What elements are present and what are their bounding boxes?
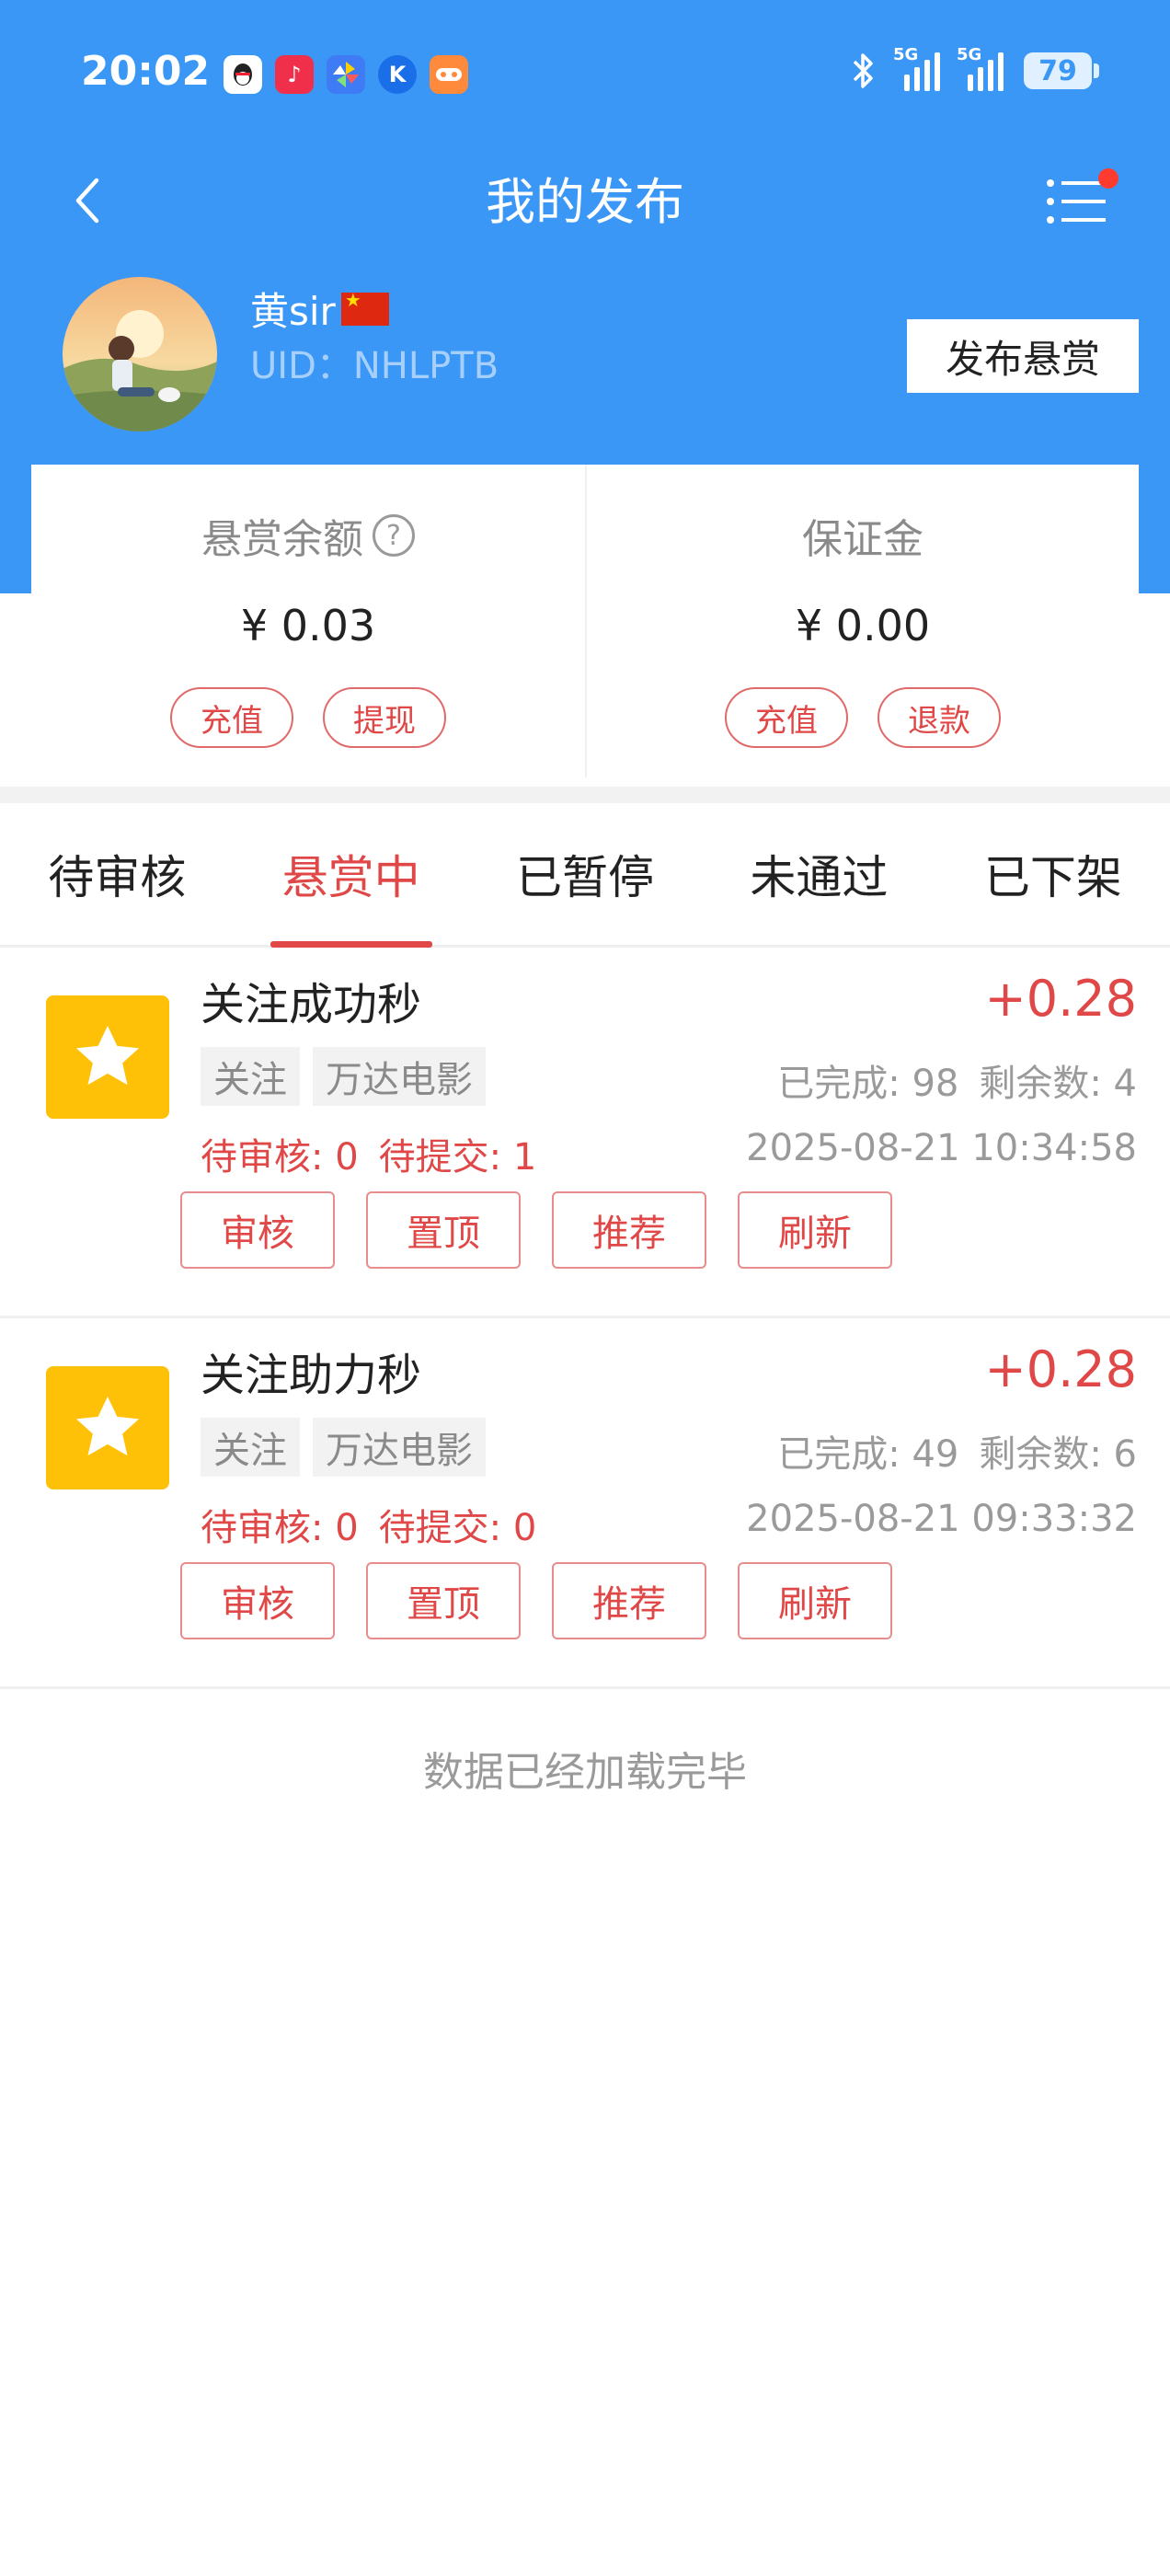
user-uid: UID：NHLPTB	[250, 345, 499, 387]
item-pending: 待审核: 0 待提交: 0	[201, 1498, 536, 1551]
item-pending: 待审核: 0 待提交: 1	[201, 1127, 536, 1180]
list-item[interactable]: 关注成功秒 +0.28 关注 万达电影 已完成: 98 剩余数: 4 待审核: …	[0, 948, 1170, 1318]
recommend-button[interactable]: 推荐	[552, 1191, 706, 1269]
item-pending-submit: 待提交: 1	[378, 1136, 537, 1179]
review-button[interactable]: 审核	[180, 1191, 335, 1269]
menu-button[interactable]	[1041, 163, 1124, 236]
item-tag: 万达电影	[313, 1047, 486, 1106]
reward-balance-label-row: 悬赏余额 ?	[31, 506, 585, 565]
item-completed: 已完成: 49	[777, 1433, 959, 1476]
publish-reward-button[interactable]: 发布悬赏	[907, 319, 1139, 393]
item-tag: 关注	[201, 1047, 300, 1106]
item-pending-review: 待审核: 0	[201, 1136, 359, 1179]
battery-level: 79	[1038, 54, 1077, 87]
tab-paused[interactable]: 已暂停	[468, 803, 702, 945]
help-icon[interactable]: ?	[373, 514, 415, 557]
deposit-label-row: 保证金	[587, 506, 1139, 565]
network-label-2: 5G	[957, 45, 982, 64]
status-app-icons: ♪ K	[224, 55, 468, 94]
user-name: 黄sir	[250, 281, 389, 337]
item-pending-review: 待审核: 0	[201, 1507, 359, 1549]
deposit-section: 保证金 ¥ 0.00 充值 退款	[585, 465, 1139, 777]
item-price: +0.28	[984, 970, 1137, 1028]
reward-balance-label: 悬赏余额	[201, 516, 363, 563]
refresh-button[interactable]: 刷新	[738, 1562, 892, 1639]
item-title: 关注成功秒	[201, 979, 422, 1030]
deposit-amount: ¥ 0.00	[795, 601, 931, 650]
signal-5g-icon-2: 5G	[957, 45, 1004, 91]
load-complete-message: 数据已经加载完毕	[423, 1749, 747, 1796]
item-actions: 审核 置顶 推荐 刷新	[180, 1562, 892, 1639]
game-icon	[430, 55, 468, 94]
notification-dot	[1098, 168, 1118, 189]
tab-rewarding[interactable]: 悬赏中	[234, 803, 467, 945]
reward-balance-section: 悬赏余额 ? ¥ 0.03 充值 提现	[31, 465, 585, 777]
network-label: 5G	[893, 45, 919, 64]
status-right: 5G 5G 79	[851, 45, 1099, 91]
reward-balance-actions: 充值 提现	[31, 687, 585, 748]
task-list: 关注成功秒 +0.28 关注 万达电影 已完成: 98 剩余数: 4 待审核: …	[0, 948, 1170, 1689]
status-tabs: 待审核 悬赏中 已暂停 未通过 已下架	[0, 803, 1170, 948]
reward-withdraw-button[interactable]: 提现	[323, 687, 446, 748]
item-title: 关注助力秒	[201, 1350, 422, 1401]
profile-section: 黄sir UID：NHLPTB 发布悬赏	[0, 271, 1170, 437]
tab-removed[interactable]: 已下架	[936, 803, 1170, 945]
item-actions: 审核 置顶 推荐 刷新	[180, 1191, 892, 1269]
qq-icon	[224, 55, 262, 94]
item-remaining: 剩余数: 4	[979, 1063, 1137, 1105]
item-date: 2025-08-21 09:33:32	[746, 1498, 1137, 1540]
status-time: 20:02	[81, 48, 211, 95]
item-tags: 关注 万达电影	[201, 1047, 486, 1106]
deposit-refund-button[interactable]: 退款	[878, 687, 1001, 748]
item-stats: 已完成: 98 剩余数: 4	[777, 1053, 1137, 1107]
signal-5g-icon: 5G	[893, 45, 940, 91]
review-button[interactable]: 审核	[180, 1562, 335, 1639]
china-flag-icon	[340, 289, 389, 326]
bluetooth-icon	[853, 53, 873, 88]
battery-icon: 79	[1024, 52, 1099, 89]
star-icon	[46, 995, 169, 1119]
star-icon	[46, 1366, 169, 1489]
music-icon: ♪	[275, 55, 314, 94]
deposit-label: 保证金	[802, 516, 923, 563]
nav-bar: 我的发布	[0, 152, 1170, 253]
avatar[interactable]	[63, 277, 217, 431]
item-remaining: 剩余数: 6	[979, 1433, 1137, 1476]
user-name-text: 黄sir	[250, 289, 336, 334]
recommend-button[interactable]: 推荐	[552, 1562, 706, 1639]
reward-balance-amount: ¥ 0.03	[240, 601, 376, 650]
deposit-recharge-button[interactable]: 充值	[725, 687, 848, 748]
deposit-actions: 充值 退款	[587, 687, 1139, 748]
pinwheel-icon	[327, 55, 365, 94]
section-divider	[0, 787, 1170, 803]
item-completed: 已完成: 98	[777, 1063, 959, 1105]
tab-pending-review[interactable]: 待审核	[0, 803, 234, 945]
balance-card: 悬赏余额 ? ¥ 0.03 充值 提现 保证金 ¥ 0.00 充值 退款	[31, 465, 1139, 777]
refresh-button[interactable]: 刷新	[738, 1191, 892, 1269]
pin-top-button[interactable]: 置顶	[366, 1562, 521, 1639]
page-title: 我的发布	[486, 173, 684, 231]
item-date: 2025-08-21 10:34:58	[746, 1127, 1137, 1169]
status-bar: 20:02 ♪ K 5G 5G 79	[0, 0, 1170, 152]
item-tag: 万达电影	[313, 1418, 486, 1477]
tab-rejected[interactable]: 未通过	[702, 803, 935, 945]
item-price: +0.28	[984, 1340, 1137, 1398]
k-app-icon: K	[378, 55, 417, 94]
reward-recharge-button[interactable]: 充值	[170, 687, 293, 748]
item-stats: 已完成: 49 剩余数: 6	[777, 1424, 1137, 1478]
item-tag: 关注	[201, 1418, 300, 1477]
pin-top-button[interactable]: 置顶	[366, 1191, 521, 1269]
item-tags: 关注 万达电影	[201, 1418, 486, 1477]
list-item[interactable]: 关注助力秒 +0.28 关注 万达电影 已完成: 49 剩余数: 6 待审核: …	[0, 1318, 1170, 1689]
item-pending-submit: 待提交: 0	[378, 1507, 537, 1549]
